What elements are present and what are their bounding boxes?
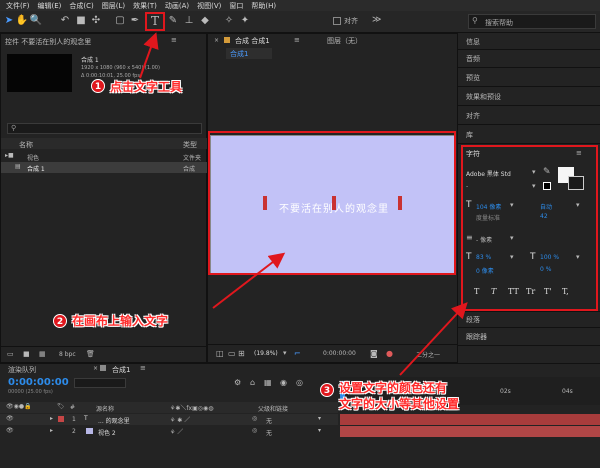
arrow-3 — [399, 302, 468, 376]
arrow-1 — [139, 32, 159, 79]
callout-number: 1 — [91, 79, 105, 93]
annotation-arrows — [139, 32, 468, 376]
callout-text: 设置文字的颜色还有 文字的大小等其他设置 — [339, 381, 460, 411]
callout-number: 3 — [320, 383, 334, 397]
callout-number: 2 — [53, 314, 67, 328]
callout-text: 在画布上输入文字 — [72, 314, 169, 328]
callout-text: 点击文字工具 — [110, 80, 183, 94]
arrow-2 — [212, 252, 286, 309]
